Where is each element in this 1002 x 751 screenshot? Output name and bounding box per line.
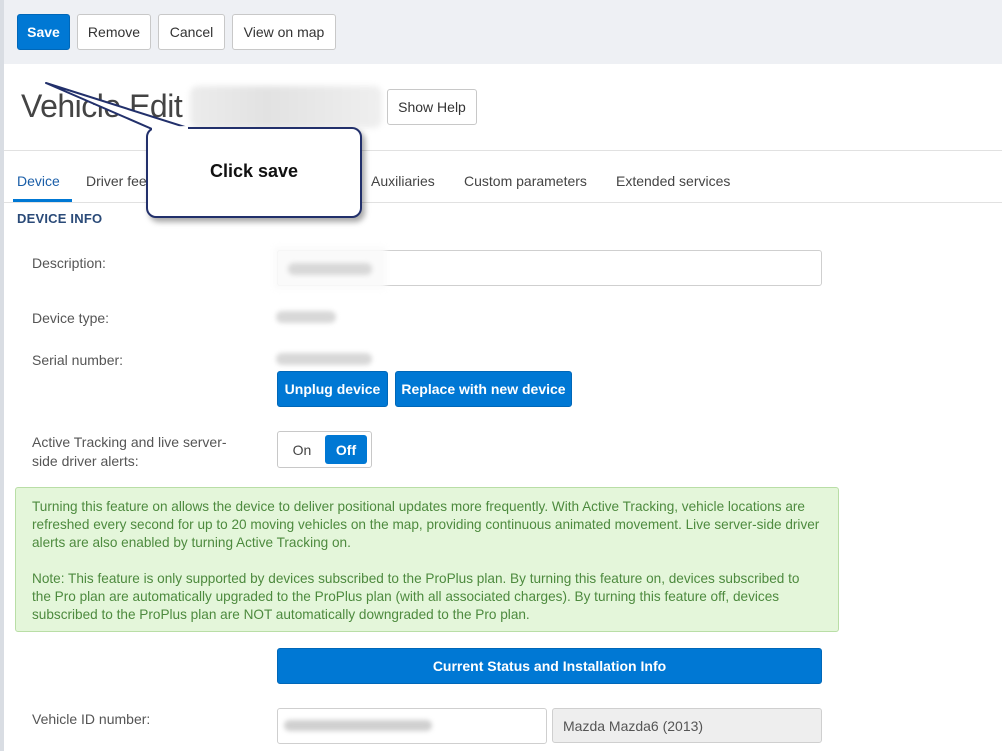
remove-button[interactable]: Remove [77,14,151,50]
save-button[interactable]: Save [17,14,70,50]
tab-extended-services[interactable]: Extended services [616,160,730,202]
vin-label: Vehicle ID number: [32,711,151,727]
active-tracking-info-box: Turning this feature on allows the devic… [15,487,839,632]
tab-auxiliaries[interactable]: Auxiliaries [371,160,435,202]
toggle-on-option[interactable]: On [282,435,322,464]
current-status-button[interactable]: Current Status and Installation Info [277,648,822,684]
callout-text: Click save [209,161,299,181]
active-tracking-label-line2: side driver alerts: [32,453,139,469]
active-tracking-toggle[interactable]: On Off [277,431,372,468]
toggle-off-option[interactable]: Off [325,435,367,464]
device-type-label: Device type: [32,310,110,326]
left-edge-bar [0,0,4,751]
blurred-vehicle-name [190,86,382,128]
serial-number-label: Serial number: [32,352,124,368]
description-value-blurred [288,263,372,275]
unplug-device-button[interactable]: Unplug device [277,371,388,407]
device-type-value-blurred [276,311,336,323]
vin-value-blurred [284,720,432,731]
info-paragraph-1: Turning this feature on allows the devic… [32,499,820,550]
active-tracking-label: Active Tracking and live server- side dr… [32,433,227,471]
section-title: DEVICE INFO [17,211,103,226]
cancel-button[interactable]: Cancel [158,14,225,50]
toolbar [4,0,1002,64]
view-on-map-button[interactable]: View on map [232,14,336,50]
vehicle-model-field: Mazda Mazda6 (2013) [552,708,822,743]
replace-device-button[interactable]: Replace with new device [395,371,572,407]
page-title: Vehicle Edit [21,88,183,124]
tab-custom-parameters[interactable]: Custom parameters [464,160,587,202]
tab-device[interactable]: Device [13,160,72,202]
active-tracking-label-line1: Active Tracking and live server- [32,434,227,450]
show-help-button[interactable]: Show Help [387,89,477,125]
serial-number-value-blurred [276,353,372,365]
description-label: Description: [32,255,106,271]
info-paragraph-2: Note: This feature is only supported by … [32,571,800,622]
